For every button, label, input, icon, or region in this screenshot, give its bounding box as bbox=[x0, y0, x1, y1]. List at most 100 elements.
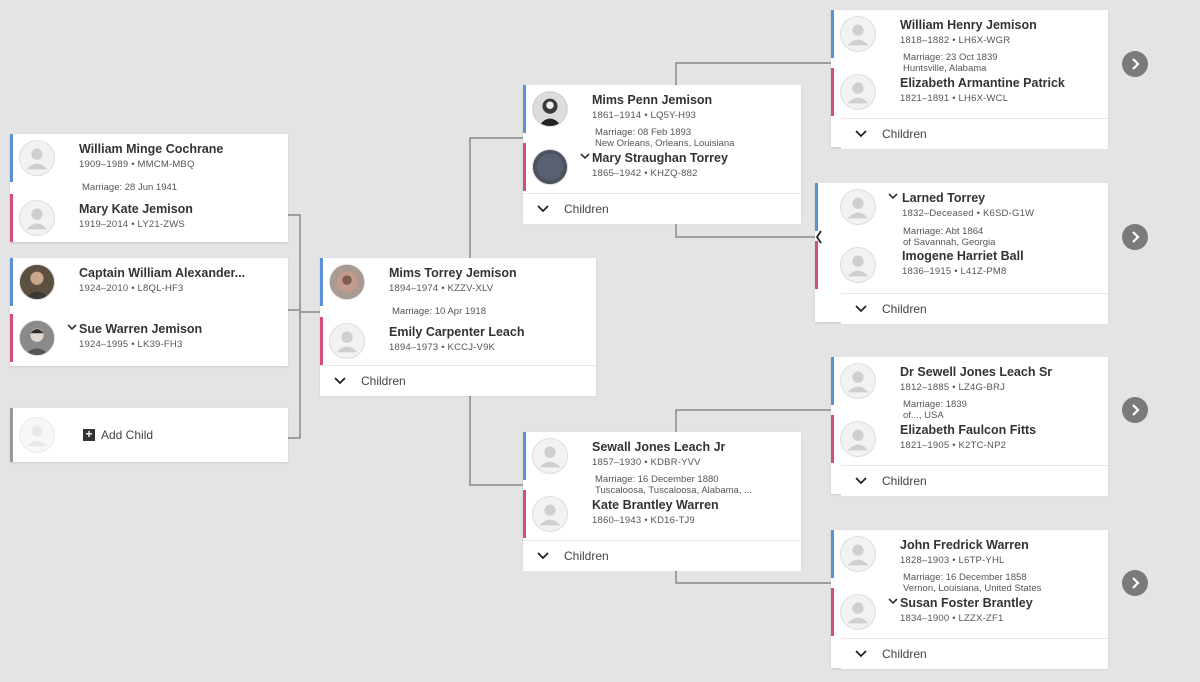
person-name[interactable]: Mims Torrey Jemison bbox=[389, 266, 517, 280]
children-label: Children bbox=[361, 374, 406, 388]
person-name[interactable]: William Minge Cochrane bbox=[79, 142, 223, 156]
marriage-date: Marriage: 23 Oct 1839 bbox=[903, 52, 998, 63]
expand-ancestors-button-4[interactable] bbox=[1122, 570, 1148, 596]
marriage-date: Marriage: 08 Feb 1893 bbox=[595, 127, 692, 138]
person-name[interactable]: Susan Foster Brantley bbox=[900, 596, 1033, 610]
add-child-card[interactable]: + Add Child bbox=[10, 408, 288, 462]
chevron-down-icon[interactable] bbox=[888, 597, 898, 605]
person-placeholder-icon bbox=[840, 421, 876, 457]
person-placeholder-icon bbox=[840, 189, 876, 225]
person-name[interactable]: Mary Kate Jemison bbox=[79, 202, 193, 216]
grandparents-card-3: Dr Sewell Jones Leach Sr 1812–1885 • LZ4… bbox=[831, 357, 1108, 496]
chevron-down-icon bbox=[537, 204, 549, 213]
person-info: 1821–1905 • K2TC-NP2 bbox=[900, 440, 1007, 451]
add-icon[interactable]: + bbox=[83, 428, 95, 441]
marriage-info: Marriage: 28 Jun 1941 bbox=[82, 182, 178, 193]
person-placeholder-icon bbox=[532, 496, 568, 532]
children-toggle[interactable]: Children bbox=[320, 365, 596, 396]
chevron-down-icon[interactable] bbox=[888, 192, 898, 200]
parents-couple-card-mother: Sewall Jones Leach Jr 1857–1930 • KDBR-Y… bbox=[523, 432, 801, 571]
person-placeholder-icon bbox=[840, 74, 876, 110]
person-name[interactable]: Emily Carpenter Leach bbox=[389, 325, 524, 339]
expand-ancestors-button-3[interactable] bbox=[1122, 397, 1148, 423]
person-info: 1861–1914 • LQ5Y-H93 bbox=[592, 110, 697, 121]
person-kate-brantley-warren[interactable]: Kate Brantley Warren 1860–1943 • KD16-TJ… bbox=[523, 490, 801, 538]
expand-ancestors-button-2[interactable] bbox=[1122, 224, 1148, 250]
person-elizabeth-faulcon-fitts[interactable]: Elizabeth Faulcon Fitts 1821–1905 • K2TC… bbox=[831, 415, 1108, 463]
person-info: 1812–1885 • LZ4G-BRJ bbox=[900, 382, 1006, 393]
person-william-minge-cochrane[interactable]: William Minge Cochrane 1909–1989 • MMCM-… bbox=[10, 134, 288, 182]
children-label: Children bbox=[564, 202, 609, 216]
person-info: 1860–1943 • KD16-TJ9 bbox=[592, 515, 695, 526]
children-toggle[interactable]: Children bbox=[523, 193, 801, 224]
children-toggle[interactable]: Children bbox=[523, 540, 801, 571]
person-info: 1909–1989 • MMCM-MBQ bbox=[79, 159, 195, 170]
chevron-down-icon[interactable] bbox=[67, 323, 77, 331]
children-toggle[interactable]: Children bbox=[841, 465, 1108, 496]
chevron-down-icon[interactable] bbox=[580, 152, 590, 160]
person-susan-foster-brantley[interactable]: Susan Foster Brantley 1834–1900 • LZZX-Z… bbox=[831, 588, 1108, 636]
person-mary-straughan-torrey[interactable]: Mary Straughan Torrey 1865–1942 • KHZQ-8… bbox=[523, 143, 801, 191]
person-john-fredrick-warren[interactable]: John Fredrick Warren 1828–1903 • L6TP-YH… bbox=[831, 530, 1108, 578]
person-info: 1894–1974 • KZZV-XLV bbox=[389, 283, 494, 294]
person-name[interactable]: Larned Torrey bbox=[902, 191, 985, 205]
person-info: 1836–1915 • L41Z-PM8 bbox=[902, 266, 1007, 277]
grandparents-card-1: William Henry Jemison 1818–1882 • LH6X-W… bbox=[831, 10, 1108, 149]
person-mims-penn-jemison[interactable]: Mims Penn Jemison 1861–1914 • LQ5Y-H93 bbox=[523, 85, 801, 133]
person-name[interactable]: Mary Straughan Torrey bbox=[592, 151, 728, 165]
chevron-down-icon bbox=[855, 304, 867, 313]
person-name[interactable]: Sewall Jones Leach Jr bbox=[592, 440, 725, 454]
children-label: Children bbox=[882, 647, 927, 661]
person-sewall-jones-leach-jr[interactable]: Sewall Jones Leach Jr 1857–1930 • KDBR-Y… bbox=[523, 432, 801, 480]
person-placeholder-icon bbox=[19, 200, 55, 236]
focus-couple-card: Mims Torrey Jemison 1894–1974 • KZZV-XLV… bbox=[320, 258, 596, 396]
person-larned-torrey[interactable]: Larned Torrey 1832–Deceased • K6SD-G1W bbox=[815, 183, 1108, 231]
chevron-right-icon bbox=[1132, 404, 1140, 416]
person-william-henry-jemison[interactable]: William Henry Jemison 1818–1882 • LH6X-W… bbox=[831, 10, 1108, 58]
person-name[interactable]: Elizabeth Armantine Patrick bbox=[900, 76, 1065, 90]
expand-ancestors-button-1[interactable] bbox=[1122, 51, 1148, 77]
person-name[interactable]: Dr Sewell Jones Leach Sr bbox=[900, 365, 1052, 379]
person-info: 1857–1930 • KDBR-YVV bbox=[592, 457, 701, 468]
person-placeholder-icon bbox=[329, 323, 365, 359]
person-dr-sewell-jones-leach-sr[interactable]: Dr Sewell Jones Leach Sr 1812–1885 • LZ4… bbox=[831, 357, 1108, 405]
person-placeholder-icon bbox=[840, 247, 876, 283]
person-info: 1834–1900 • LZZX-ZF1 bbox=[900, 613, 1004, 624]
person-name[interactable]: Kate Brantley Warren bbox=[592, 498, 719, 512]
person-placeholder-icon bbox=[19, 140, 55, 176]
chevron-down-icon bbox=[334, 376, 346, 385]
marriage-date: Marriage: 16 December 1858 bbox=[903, 572, 1027, 583]
person-mary-kate-jemison[interactable]: Mary Kate Jemison 1919–2014 • LY21-ZWS bbox=[10, 194, 288, 242]
person-name[interactable]: Captain William Alexander... bbox=[79, 266, 245, 280]
person-name[interactable]: William Henry Jemison bbox=[900, 18, 1037, 32]
person-info: 1894–1973 • KCCJ-V9K bbox=[389, 342, 496, 353]
person-info: 1828–1903 • L6TP-YHL bbox=[900, 555, 1005, 566]
children-toggle[interactable]: Children bbox=[841, 293, 1108, 324]
person-name[interactable]: Mims Penn Jemison bbox=[592, 93, 712, 107]
add-child-label[interactable]: Add Child bbox=[101, 428, 153, 442]
chevron-right-icon bbox=[1132, 58, 1140, 70]
children-toggle[interactable]: Children bbox=[841, 638, 1108, 669]
children-toggle[interactable]: Children bbox=[841, 118, 1108, 149]
person-placeholder-icon bbox=[532, 438, 568, 474]
chevron-right-icon bbox=[1132, 231, 1140, 243]
person-name[interactable]: Sue Warren Jemison bbox=[79, 322, 202, 336]
child-couple-card-1: William Minge Cochrane 1909–1989 • MMCM-… bbox=[10, 134, 288, 242]
chevron-down-icon bbox=[855, 649, 867, 658]
child-couple-card-2: Captain William Alexander... 1924–2010 •… bbox=[10, 258, 288, 366]
grandparents-card-4: John Fredrick Warren 1828–1903 • L6TP-YH… bbox=[831, 530, 1108, 669]
person-photo bbox=[329, 264, 365, 300]
chevron-left-icon[interactable] bbox=[815, 230, 823, 244]
person-captain-william-alexander[interactable]: Captain William Alexander... 1924–2010 •… bbox=[10, 258, 288, 306]
person-name[interactable]: Imogene Harriet Ball bbox=[902, 249, 1024, 263]
person-name[interactable]: John Fredrick Warren bbox=[900, 538, 1029, 552]
person-sue-warren-jemison[interactable]: Sue Warren Jemison 1924–1995 • LK39-FH3 bbox=[10, 314, 288, 362]
person-elizabeth-armantine-patrick[interactable]: Elizabeth Armantine Patrick 1821–1891 • … bbox=[831, 68, 1108, 116]
person-name[interactable]: Elizabeth Faulcon Fitts bbox=[900, 423, 1036, 437]
person-imogene-harriet-ball[interactable]: Imogene Harriet Ball 1836–1915 • L41Z-PM… bbox=[815, 241, 1108, 289]
person-placeholder-icon bbox=[840, 594, 876, 630]
person-photo bbox=[19, 264, 55, 300]
person-info: 1832–Deceased • K6SD-G1W bbox=[902, 208, 1035, 219]
person-mims-torrey-jemison[interactable]: Mims Torrey Jemison 1894–1974 • KZZV-XLV bbox=[320, 258, 596, 306]
person-emily-carpenter-leach[interactable]: Emily Carpenter Leach 1894–1973 • KCCJ-V… bbox=[320, 317, 596, 365]
